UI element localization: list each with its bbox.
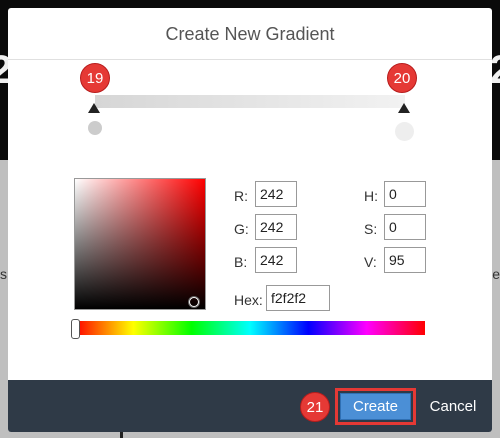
- right-stop-handle[interactable]: [398, 103, 410, 113]
- left-stop-color-swatch[interactable]: [88, 121, 102, 135]
- left-stop-handle[interactable]: [88, 103, 100, 113]
- background-text-right: e: [492, 266, 500, 282]
- s-input[interactable]: [384, 214, 426, 240]
- create-gradient-dialog: Create New Gradient 19 20 R: G: B: H: S:…: [8, 8, 492, 432]
- right-stop-color-swatch[interactable]: [395, 122, 414, 141]
- dialog-footer: [8, 380, 492, 432]
- saturation-value-cursor[interactable]: [189, 297, 199, 307]
- hex-label: Hex:: [234, 292, 263, 308]
- cancel-button[interactable]: Cancel: [421, 393, 485, 420]
- title-divider: [8, 59, 492, 60]
- dialog-title: Create New Gradient: [165, 24, 335, 44]
- background-text-left: s: [0, 266, 7, 282]
- create-button[interactable]: Create: [340, 393, 411, 420]
- gradient-preview-bar: [95, 95, 405, 108]
- h-label: H:: [364, 188, 378, 204]
- r-label: R:: [234, 188, 248, 204]
- r-input[interactable]: [255, 181, 297, 207]
- step-marker-right-stop: 20: [387, 63, 417, 93]
- step-marker-create: 21: [300, 392, 330, 422]
- v-label: V:: [364, 254, 377, 270]
- b-label: B:: [234, 254, 248, 270]
- s-label: S:: [364, 221, 378, 237]
- hue-slider-handle[interactable]: [71, 319, 80, 339]
- g-label: G:: [234, 221, 249, 237]
- hex-input[interactable]: [266, 285, 330, 311]
- v-input[interactable]: [384, 247, 426, 273]
- step-marker-left-stop: 19: [80, 63, 110, 93]
- hue-slider[interactable]: [75, 321, 425, 335]
- b-input[interactable]: [255, 247, 297, 273]
- g-input[interactable]: [255, 214, 297, 240]
- saturation-value-picker[interactable]: [74, 178, 206, 310]
- h-input[interactable]: [384, 181, 426, 207]
